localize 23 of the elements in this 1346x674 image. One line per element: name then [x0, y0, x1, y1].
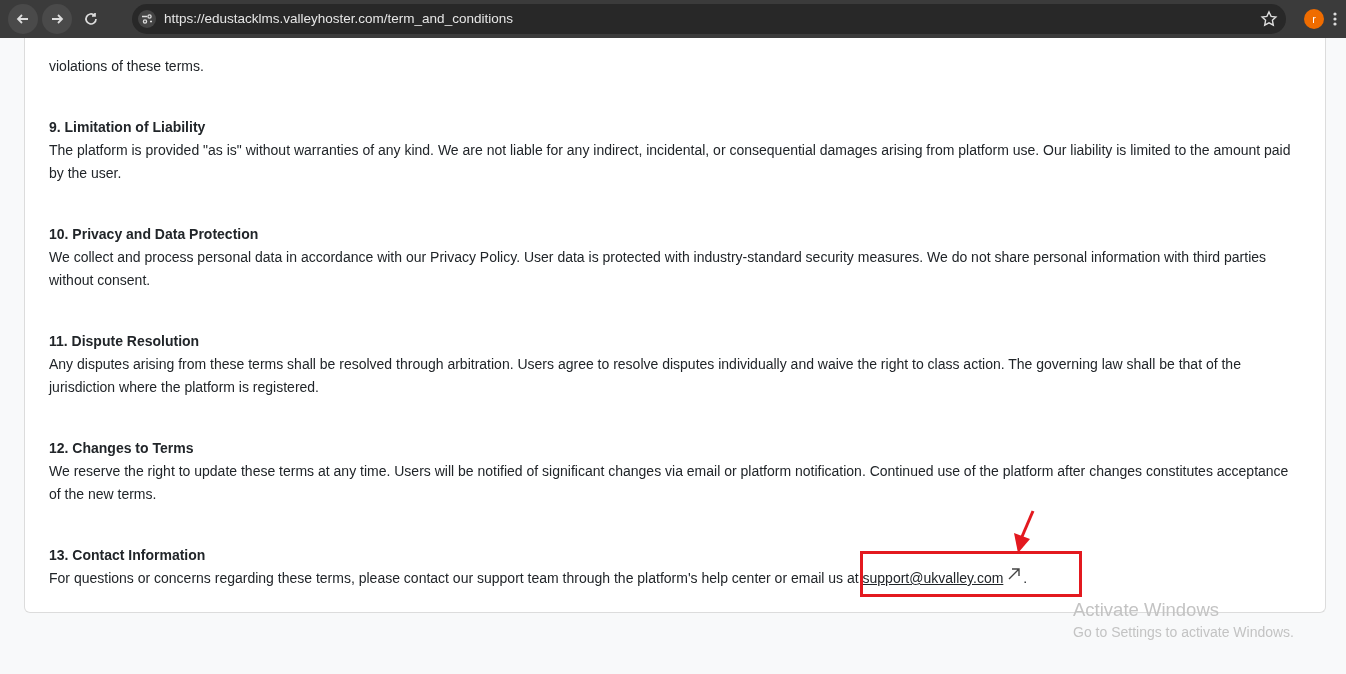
paragraph-end: .	[1023, 570, 1028, 586]
section-heading: 11. Dispute Resolution	[49, 332, 201, 351]
activation-title: Activate Windows	[1073, 598, 1220, 622]
external-link-icon	[1007, 567, 1022, 581]
section-heading: 10. Privacy and Data Protection	[49, 225, 260, 244]
menu-icon[interactable]	[1332, 11, 1338, 27]
section-heading: 13. Contact Information	[49, 546, 207, 565]
paragraph: We collect and process personal data in accordance with our Privacy Policy. User data is protected with industry-standard security measures. We do not share personal information with third parties without consent.	[49, 248, 1268, 290]
paragraph: violations of these terms.	[49, 57, 205, 76]
paragraph: For questions or concerns regarding these terms, please contact our support team through the platform's help center or email us at	[49, 570, 860, 586]
paragraph: Any disputes arising from these terms shall be resolved through arbitration. Users agree to resolve disputes individually and waive the right to class action. The governing law shall be that of the jurisdiction where the platform is registered.	[49, 355, 1242, 397]
email-link[interactable]: support@ukvalley.com	[862, 570, 1004, 586]
address-bar[interactable]: https://edustacklms.valleyhoster.com/term_and_conditions	[132, 4, 1286, 34]
paragraph: We reserve the right to update these terms at any time. Users will be notified of significant changes via email or platform notification. Continued use of the platform after changes constitutes acceptance of the new terms.	[49, 462, 1290, 504]
bookmark-star-icon[interactable]	[1260, 10, 1278, 28]
section-heading: 9. Limitation of Liability	[49, 118, 207, 137]
forward-button[interactable]	[42, 4, 72, 34]
paragraph: The platform is provided "as is" without warranties of any kind. We are not liable for any indirect, incidental, or consequential damages arising from platform use. Our liability is limited to the amount paid by the user.	[49, 141, 1292, 183]
url-text: https://edustacklms.valleyhoster.com/term_and_conditions	[164, 9, 514, 28]
back-button[interactable]	[8, 4, 38, 34]
reload-icon	[83, 11, 99, 27]
section-heading: 12. Changes to Terms	[49, 439, 195, 458]
site-settings-icon[interactable]	[138, 10, 156, 28]
